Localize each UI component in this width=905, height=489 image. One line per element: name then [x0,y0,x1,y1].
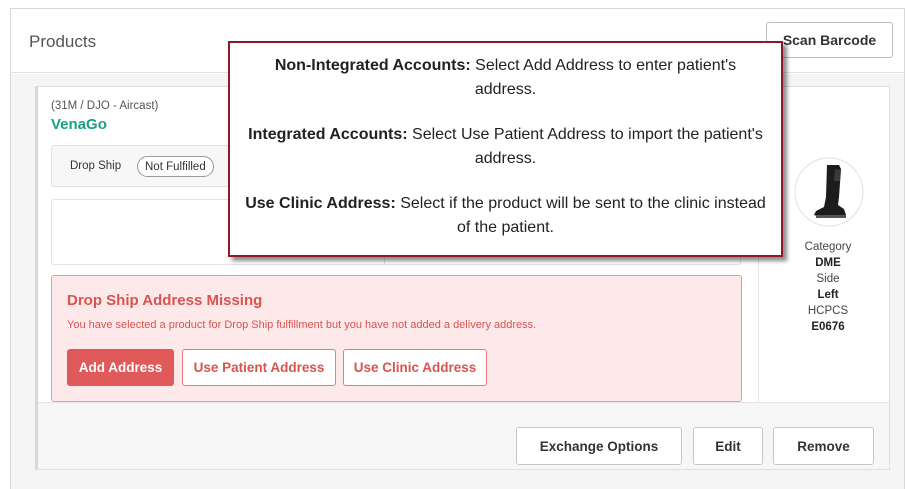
product-name[interactable]: VenaGo [51,116,107,133]
category-label: Category [804,241,852,253]
callout-integrated-text: Select Use Patient Address to import the… [407,126,763,167]
callout-non-integrated-text: Select Add Address to enter patient's ad… [470,57,737,98]
add-address-button[interactable]: Add Address [67,349,174,386]
panel-title: Products [29,32,97,51]
callout-clinic: Use Clinic Address: Select if the produc… [242,192,769,240]
hcpcs-value: E0676 [811,321,845,333]
hcpcs-label: HCPCS [807,305,849,317]
fulfillment-label: Drop Ship [70,160,122,172]
callout-integrated-heading: Integrated Accounts: [248,126,408,143]
instruction-callout: Non-Integrated Accounts: Select Add Addr… [228,41,783,257]
alert-title: Drop Ship Address Missing [67,292,263,309]
scan-barcode-button[interactable]: Scan Barcode [766,22,893,58]
exchange-options-button[interactable]: Exchange Options [516,427,682,465]
side-value: Left [817,289,839,301]
edit-button[interactable]: Edit [693,427,763,465]
fulfillment-status-badge: Not Fulfilled [137,156,214,177]
walker-boot-icon [794,157,864,227]
callout-clinic-text: Select if the product will be sent to th… [395,195,766,236]
remove-button[interactable]: Remove [773,427,874,465]
side-label: Side [816,273,840,285]
product-details: Category DME Side Left HCPCS E0676 [773,239,883,335]
callout-non-integrated: Non-Integrated Accounts: Select Add Addr… [242,54,769,102]
address-missing-alert: Drop Ship Address Missing You have selec… [51,275,742,402]
category-value: DME [815,257,841,269]
use-patient-address-button[interactable]: Use Patient Address [182,349,336,386]
alert-text: You have selected a product for Drop Shi… [67,319,537,331]
callout-integrated: Integrated Accounts: Select Use Patient … [242,123,769,171]
callout-non-integrated-heading: Non-Integrated Accounts: [274,57,471,74]
use-clinic-address-button[interactable]: Use Clinic Address [343,349,487,386]
product-meta: (31M / DJO - Aircast) [51,100,159,112]
callout-clinic-heading: Use Clinic Address: [245,195,396,212]
